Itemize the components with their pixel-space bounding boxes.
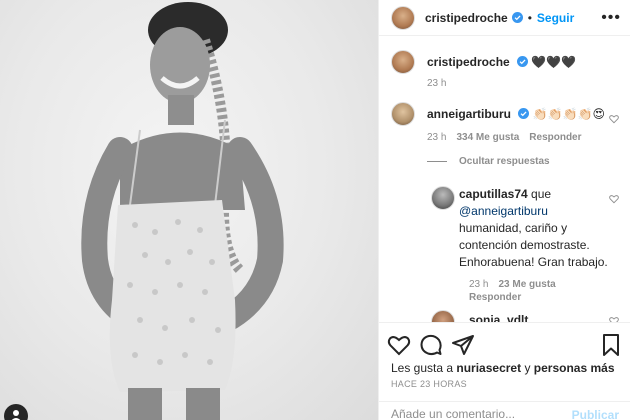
reply-time[interactable]: 23 h <box>469 279 488 290</box>
reply-likes[interactable]: 23 Me gusta <box>498 279 555 290</box>
like-reply-heart-icon[interactable] <box>609 194 619 204</box>
caption-text: 🖤🖤🖤 <box>531 55 577 69</box>
caption-time[interactable]: 23 h <box>427 78 446 89</box>
comment-meta: 23 h 334 Me gusta Responder <box>427 132 582 143</box>
follow-button[interactable]: Seguir <box>537 11 574 25</box>
likes-summary-user[interactable]: nuriasecret <box>456 361 521 375</box>
verified-badge-icon <box>518 108 530 119</box>
comment-username[interactable]: anneigartiburu <box>427 107 511 121</box>
comment-avatar[interactable] <box>391 102 415 126</box>
comment: anneigartiburu 👏🏻👏🏻👏🏻👏🏻😍 <box>391 102 605 126</box>
post-photo[interactable] <box>0 0 378 420</box>
reply-mention[interactable]: @anneigartiburu <box>459 204 548 218</box>
more-options-icon[interactable]: ••• <box>601 9 621 27</box>
comments-section[interactable]: cristipedroche 🖤🖤🖤 23 h anneigartiburu 👏… <box>379 36 630 322</box>
next-comment-avatar[interactable] <box>431 310 455 322</box>
post-header: cristipedroche • Seguir ••• <box>379 0 630 36</box>
action-icons-row <box>387 333 623 357</box>
likes-summary-others[interactable]: personas más <box>534 361 615 375</box>
comment-bubble-icon[interactable] <box>419 333 443 357</box>
comment-reply-button[interactable]: Responder <box>529 132 581 143</box>
publish-button[interactable]: Publicar <box>572 408 619 420</box>
comment-input[interactable] <box>391 407 571 420</box>
caption: cristipedroche 🖤🖤🖤 <box>391 50 576 74</box>
reply-reply-button[interactable]: Responder <box>469 292 521 303</box>
like-heart-icon[interactable] <box>387 333 411 357</box>
caption-meta: 23 h <box>427 78 446 89</box>
author-avatar[interactable] <box>391 5 415 30</box>
hide-replies-line <box>427 161 447 162</box>
reply-avatar[interactable] <box>431 186 455 210</box>
author-username[interactable]: cristipedroche <box>425 11 508 25</box>
header-separator: • <box>527 10 532 25</box>
comment-time[interactable]: 23 h <box>427 132 446 143</box>
post-time[interactable]: HACE 23 HORAS <box>391 379 467 389</box>
reply-inline-text: que <box>531 187 552 201</box>
add-comment-bar: Publicar <box>379 401 630 420</box>
photo-illustration <box>81 2 284 420</box>
post-actions: Les gusta a nuriasecret y personas más H… <box>379 322 630 420</box>
reply: caputillas74 que @anneigartiburu humanid… <box>459 186 609 271</box>
comment-likes[interactable]: 334 Me gusta <box>456 132 519 143</box>
next-comment-username[interactable]: sonia_vdlt <box>469 312 528 322</box>
share-paper-plane-icon[interactable] <box>451 333 475 357</box>
caption-username[interactable]: cristipedroche <box>427 55 510 69</box>
reply-username[interactable]: caputillas74 <box>459 187 528 201</box>
post-side-panel: cristipedroche • Seguir ••• cristipedroc… <box>378 0 630 420</box>
reply-meta: 23 h 23 Me gusta Responder <box>469 279 579 303</box>
reply-text: humanidad, cariño y contención demostras… <box>459 221 608 269</box>
save-bookmark-icon[interactable] <box>599 333 623 357</box>
likes-summary: Les gusta a nuriasecret y personas más <box>391 361 615 375</box>
hide-replies-button[interactable]: Ocultar respuestas <box>427 156 550 167</box>
like-comment-heart-icon[interactable] <box>609 114 619 124</box>
caption-avatar[interactable] <box>391 50 415 74</box>
verified-badge-icon <box>511 12 523 23</box>
verified-badge-icon <box>517 56 529 67</box>
comment-text: 👏🏻👏🏻👏🏻👏🏻😍 <box>532 107 605 121</box>
